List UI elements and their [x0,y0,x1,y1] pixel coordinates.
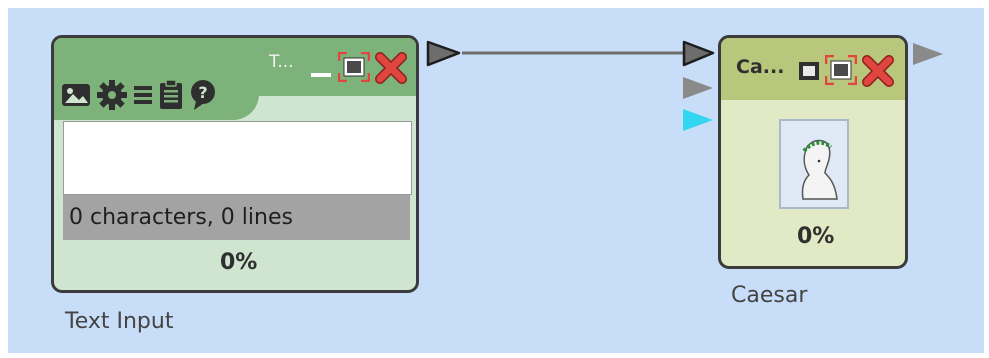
progress-text: 0% [797,224,835,249]
minimize-icon[interactable] [308,54,334,80]
text-input-field[interactable] [63,121,412,195]
progress-text: 0% [220,250,258,275]
node-label[interactable]: Caesar [731,283,807,308]
input-port-icon[interactable] [682,108,716,134]
minimize-icon[interactable] [796,58,822,84]
clipboard-icon[interactable] [157,79,185,115]
input-port-icon[interactable] [682,76,716,102]
node-title: Ca... [736,56,785,78]
caesar-node[interactable]: Ca... 0% [718,35,908,269]
maximize-icon[interactable] [825,55,857,85]
image-icon[interactable] [60,81,92,113]
caesar-bust-icon [779,119,849,209]
node-label[interactable]: Text Input [65,309,173,334]
text-input-node[interactable]: T... ? 0 characters, 0 lines 0% [51,35,419,293]
close-icon[interactable] [861,54,895,88]
character-count-status: 0 characters, 0 lines [63,195,410,240]
close-icon[interactable] [374,51,408,85]
input-port-icon[interactable] [682,40,716,68]
svg-text:?: ? [198,83,207,102]
output-port-icon[interactable] [912,42,946,68]
help-icon[interactable]: ? [188,78,218,116]
list-icon[interactable] [132,81,154,113]
node-toolbar: ? [60,78,218,116]
gear-icon[interactable] [95,79,129,115]
maximize-icon[interactable] [338,52,370,82]
node-title: T... [269,52,294,72]
output-port-icon[interactable] [426,40,462,68]
